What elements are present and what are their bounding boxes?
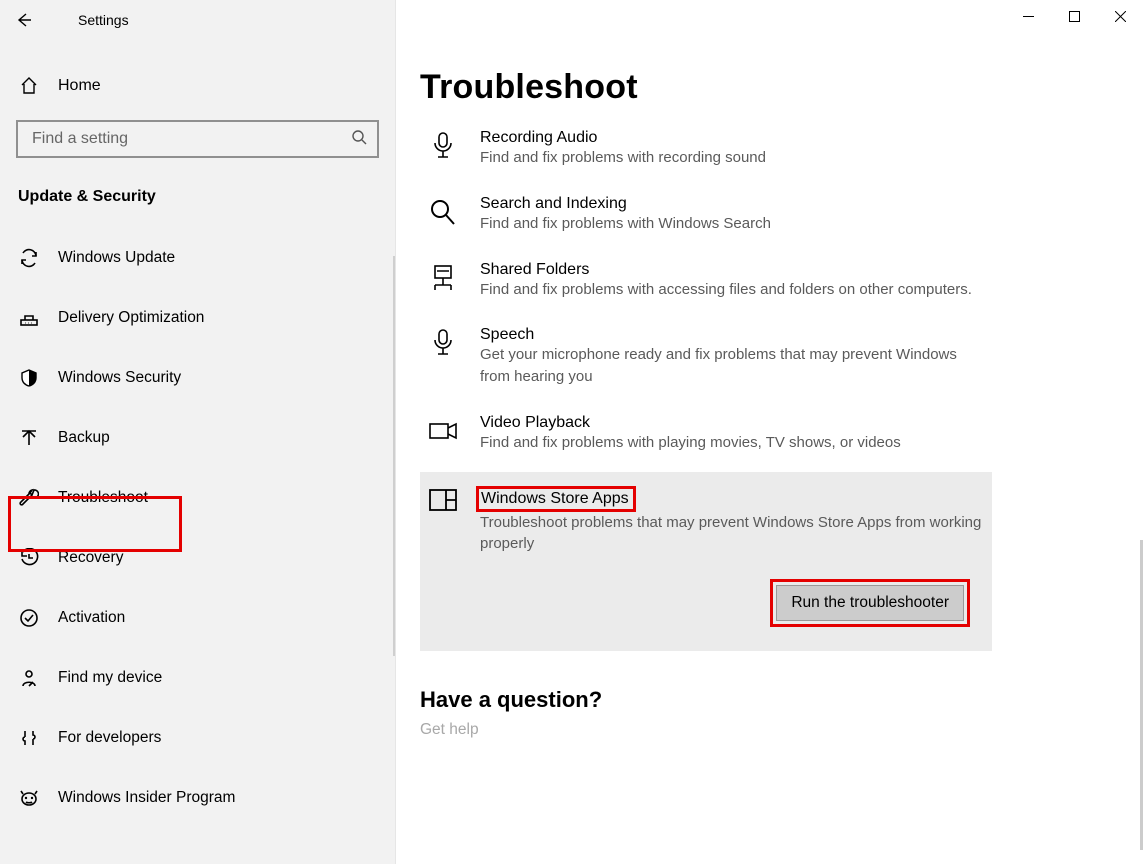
sidebar-item-label: Activation (58, 609, 125, 627)
troubleshooter-search-indexing[interactable]: Search and Indexing Find and fix problem… (420, 187, 992, 253)
network-icon (18, 308, 40, 328)
shared-folders-icon (424, 261, 462, 301)
sidebar-item-for-developers[interactable]: For developers (0, 708, 395, 768)
sidebar-scrollbar[interactable] (393, 256, 395, 656)
troubleshooter-title: Search and Indexing (480, 195, 771, 213)
sidebar-item-label: Delivery Optimization (58, 309, 204, 327)
sidebar-item-label: Windows Insider Program (58, 789, 235, 807)
troubleshooter-title: Shared Folders (480, 261, 972, 279)
sidebar-section-header: Update & Security (0, 174, 395, 228)
search-box[interactable] (16, 120, 379, 158)
sidebar-item-label: Backup (58, 429, 110, 447)
sidebar-item-recovery[interactable]: Recovery (0, 528, 395, 588)
search-icon (424, 195, 462, 235)
troubleshooter-title: Windows Store Apps (481, 490, 629, 507)
run-troubleshooter-button[interactable]: Run the troubleshooter (776, 585, 964, 621)
wrench-icon (18, 488, 40, 508)
annotation-highlight-button: Run the troubleshooter (770, 579, 970, 627)
microphone-icon (424, 326, 462, 388)
window-controls (1005, 0, 1143, 32)
sidebar-item-label: Windows Security (58, 369, 181, 387)
get-help-link[interactable]: Get help (420, 721, 1115, 739)
home-icon (18, 76, 40, 96)
sidebar-item-windows-insider[interactable]: Windows Insider Program (0, 768, 395, 828)
shield-icon (18, 368, 40, 388)
sidebar-item-windows-update[interactable]: Windows Update (0, 228, 395, 288)
page-heading: Troubleshoot (420, 68, 1115, 107)
sidebar-item-label: Find my device (58, 669, 162, 687)
troubleshooter-desc: Find and fix problems with accessing fil… (480, 279, 972, 301)
troubleshooter-speech[interactable]: Speech Get your microphone ready and fix… (420, 318, 992, 406)
main-content: Troubleshoot Recording Audio Find and fi… (396, 0, 1143, 864)
troubleshooter-video-playback[interactable]: Video Playback Find and fix problems wit… (420, 406, 992, 472)
troubleshooter-desc: Find and fix problems with recording sou… (480, 147, 766, 169)
back-button[interactable] (0, 0, 48, 40)
maximize-button[interactable] (1051, 0, 1097, 32)
titlebar: Settings (0, 0, 395, 40)
apps-icon (424, 486, 462, 628)
sidebar-item-label: Recovery (58, 549, 123, 567)
sidebar-item-label: Windows Update (58, 249, 175, 267)
question-heading: Have a question? (420, 687, 1115, 713)
troubleshooter-title: Speech (480, 326, 982, 344)
sidebar-item-backup[interactable]: Backup (0, 408, 395, 468)
sidebar-item-windows-security[interactable]: Windows Security (0, 348, 395, 408)
video-icon (424, 414, 462, 454)
troubleshooter-shared-folders[interactable]: Shared Folders Find and fix problems wit… (420, 253, 992, 319)
refresh-icon (18, 248, 40, 268)
troubleshooter-desc: Troubleshoot problems that may prevent W… (480, 512, 982, 556)
troubleshooter-title: Video Playback (480, 414, 901, 432)
sidebar-item-delivery-optimization[interactable]: Delivery Optimization (0, 288, 395, 348)
search-icon (351, 129, 367, 150)
minimize-button[interactable] (1005, 0, 1051, 32)
close-button[interactable] (1097, 0, 1143, 32)
home-label: Home (58, 77, 101, 95)
sidebar: Settings Home Update & Security (0, 0, 396, 864)
microphone-icon (424, 129, 462, 169)
history-icon (18, 548, 40, 568)
tools-icon (18, 728, 40, 748)
sidebar-item-activation[interactable]: Activation (0, 588, 395, 648)
troubleshooter-desc: Find and fix problems with Windows Searc… (480, 213, 771, 235)
troubleshooter-windows-store-apps[interactable]: Windows Store Apps Troubleshoot problems… (420, 472, 992, 652)
sidebar-item-label: For developers (58, 729, 161, 747)
insider-icon (18, 788, 40, 808)
window-title: Settings (48, 12, 129, 28)
sidebar-item-troubleshoot[interactable]: Troubleshoot (0, 468, 395, 528)
troubleshooter-recording-audio[interactable]: Recording Audio Find and fix problems wi… (420, 121, 992, 187)
arrow-up-icon (18, 428, 40, 448)
annotation-highlight-title: Windows Store Apps (476, 486, 636, 512)
troubleshooter-desc: Get your microphone ready and fix proble… (480, 344, 982, 388)
search-input[interactable] (30, 129, 351, 149)
home-nav[interactable]: Home (0, 58, 395, 114)
troubleshooter-desc: Find and fix problems with playing movie… (480, 432, 901, 454)
checkmark-circle-icon (18, 608, 40, 628)
person-location-icon (18, 668, 40, 688)
sidebar-item-label: Troubleshoot (58, 489, 148, 507)
troubleshooter-title: Recording Audio (480, 129, 766, 147)
sidebar-item-find-my-device[interactable]: Find my device (0, 648, 395, 708)
